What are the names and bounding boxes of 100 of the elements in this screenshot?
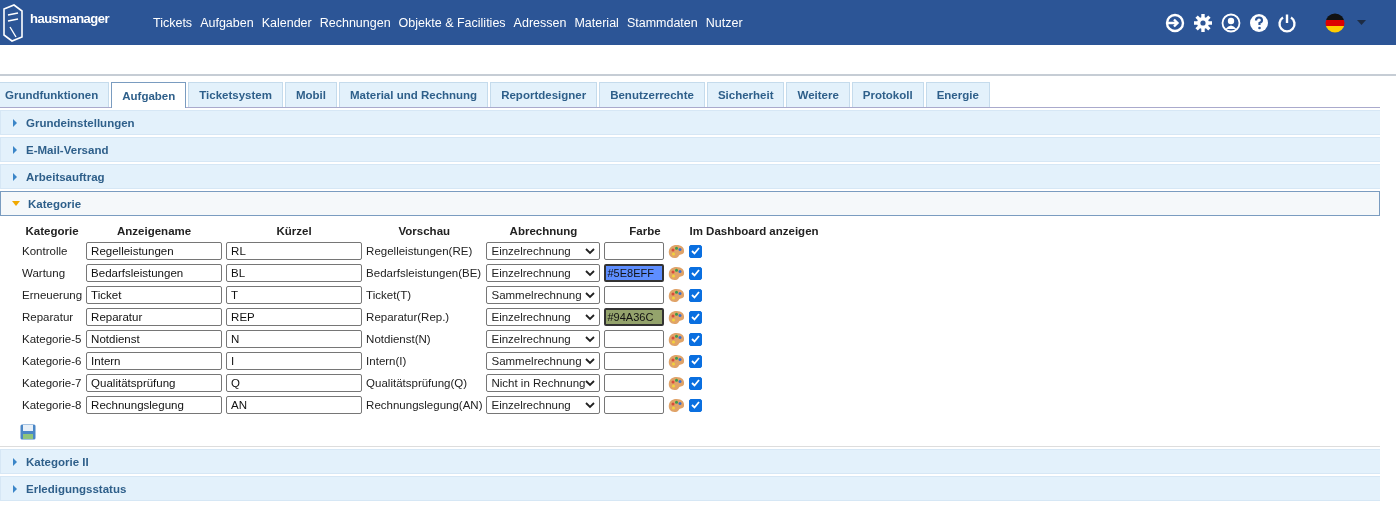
nav-link[interactable]: Tickets: [153, 15, 193, 30]
palette-icon[interactable]: [668, 375, 686, 391]
palette-icon[interactable]: [668, 397, 686, 413]
logo-text[interactable]: hausmanager: [30, 11, 110, 26]
billing-dropdown[interactable]: Nicht in Rechnung: [486, 374, 601, 392]
checkbox[interactable]: [689, 288, 703, 302]
tab[interactable]: Energie: [925, 82, 990, 107]
abbreviation-field[interactable]: Q: [226, 374, 363, 392]
nav-link[interactable]: Objekte & Facilities: [398, 15, 506, 30]
nav-link[interactable]: Aufgaben: [200, 15, 254, 30]
display-name-field[interactable]: Intern: [86, 352, 223, 370]
abbreviation-field[interactable]: REP: [226, 308, 363, 326]
chevron-down-icon: [585, 379, 596, 387]
checkbox[interactable]: [689, 244, 703, 258]
section-header[interactable]: Erledigungsstatus: [0, 476, 1380, 501]
tab[interactable]: Grundfunktionen: [0, 82, 110, 107]
abbreviation-field[interactable]: RL: [226, 242, 363, 260]
category-label: Kategorie-8: [22, 399, 82, 411]
display-name-field[interactable]: Qualitätsprüfung: [86, 374, 223, 392]
tab[interactable]: Protokoll: [851, 82, 924, 107]
palette-icon[interactable]: [668, 243, 686, 259]
expand-arrow-icon: [12, 484, 18, 493]
billing-dropdown[interactable]: Sammelrechnung: [486, 352, 601, 370]
user-icon[interactable]: [1221, 12, 1241, 33]
settings-icon[interactable]: [1193, 12, 1213, 33]
preview-text: Rechnungslegung(AN): [366, 399, 483, 411]
palette-icon[interactable]: [668, 331, 686, 347]
preview-text: Ticket(T): [366, 289, 412, 301]
display-name-field[interactable]: Ticket: [86, 286, 223, 304]
palette-icon[interactable]: [668, 309, 686, 325]
nav-link[interactable]: Adressen: [513, 15, 567, 30]
nav-link[interactable]: Rechnungen: [319, 15, 391, 30]
checkbox[interactable]: [689, 310, 703, 324]
tab[interactable]: Weitere: [786, 82, 850, 107]
preview-text: Reparatur(Rep.): [366, 311, 450, 323]
palette-icon[interactable]: [668, 287, 686, 303]
preview-text: Notdienst(N): [366, 333, 431, 345]
tab[interactable]: Aufgaben: [111, 82, 187, 108]
display-name-field[interactable]: Reparatur: [86, 308, 223, 326]
abbreviation-field[interactable]: N: [226, 330, 363, 348]
section-header[interactable]: E-Mail-Versand: [0, 137, 1380, 162]
power-icon[interactable]: [1277, 12, 1297, 33]
checkbox[interactable]: [689, 332, 703, 346]
billing-dropdown[interactable]: Sammelrechnung: [486, 286, 601, 304]
preview-text: Bedarfsleistungen(BE): [366, 267, 482, 279]
abbreviation-field[interactable]: T: [226, 286, 363, 304]
save-icon[interactable]: [20, 424, 36, 440]
display-name-field[interactable]: Regelleistungen: [86, 242, 223, 260]
display-name-field[interactable]: Rechnungslegung: [86, 396, 223, 414]
chevron-down-icon: [585, 357, 596, 365]
category-label: Erneuerung: [22, 289, 83, 301]
column-header: Farbe: [629, 225, 661, 237]
checkbox[interactable]: [689, 354, 703, 368]
checkbox[interactable]: [689, 266, 703, 280]
section-header[interactable]: Kategorie II: [0, 449, 1380, 474]
help-icon[interactable]: [1249, 12, 1269, 33]
billing-dropdown[interactable]: Einzelrechnung: [486, 242, 601, 260]
checkbox[interactable]: [689, 398, 703, 412]
section-header[interactable]: Grundeinstellungen: [0, 110, 1380, 135]
tab[interactable]: Material und Rechnung: [339, 82, 489, 107]
column-header: Anzeigename: [117, 225, 192, 237]
display-name-field[interactable]: Notdienst: [86, 330, 223, 348]
tab[interactable]: Sicherheit: [706, 82, 785, 107]
display-name-field[interactable]: Bedarfsleistungen: [86, 264, 223, 282]
tab[interactable]: Reportdesigner: [490, 82, 598, 107]
abbreviation-field[interactable]: I: [226, 352, 363, 370]
billing-dropdown[interactable]: Einzelrechnung: [486, 330, 601, 348]
color-field[interactable]: [604, 352, 665, 370]
nav-link[interactable]: Stammdaten: [626, 15, 698, 30]
chevron-down-icon: [585, 291, 596, 299]
color-field[interactable]: #94A36C: [604, 308, 665, 326]
section-header[interactable]: Arbeitsauftrag: [0, 164, 1380, 189]
section-title: Kategorie: [28, 197, 82, 210]
tab[interactable]: Benutzerrechte: [599, 82, 705, 107]
flag-icon[interactable]: [1325, 12, 1345, 33]
abbreviation-field[interactable]: AN: [226, 396, 363, 414]
color-field[interactable]: [604, 374, 665, 392]
expand-arrow-icon: [12, 201, 20, 206]
color-field[interactable]: [604, 286, 665, 304]
abbreviation-field[interactable]: BL: [226, 264, 363, 282]
section-header[interactable]: Kategorie: [0, 191, 1380, 216]
tab[interactable]: Mobil: [284, 82, 337, 107]
nav-link[interactable]: Kalender: [261, 15, 312, 30]
color-field[interactable]: [604, 242, 665, 260]
checkbox[interactable]: [689, 376, 703, 390]
nav-link[interactable]: Nutzer: [705, 15, 743, 30]
category-label: Kontrolle: [22, 245, 68, 257]
login-icon[interactable]: [1165, 12, 1185, 33]
palette-icon[interactable]: [668, 265, 686, 281]
billing-dropdown[interactable]: Einzelrechnung: [486, 308, 601, 326]
color-field[interactable]: [604, 330, 665, 348]
billing-dropdown[interactable]: Einzelrechnung: [486, 396, 601, 414]
chevron-down-icon: [585, 313, 596, 321]
billing-dropdown[interactable]: Einzelrechnung: [486, 264, 601, 282]
tab[interactable]: Ticketsystem: [188, 82, 283, 107]
color-field[interactable]: #5E8EFF: [604, 264, 665, 282]
section-title: Grundeinstellungen: [26, 116, 135, 129]
palette-icon[interactable]: [668, 353, 686, 369]
nav-link[interactable]: Material: [574, 15, 619, 30]
color-field[interactable]: [604, 396, 665, 414]
